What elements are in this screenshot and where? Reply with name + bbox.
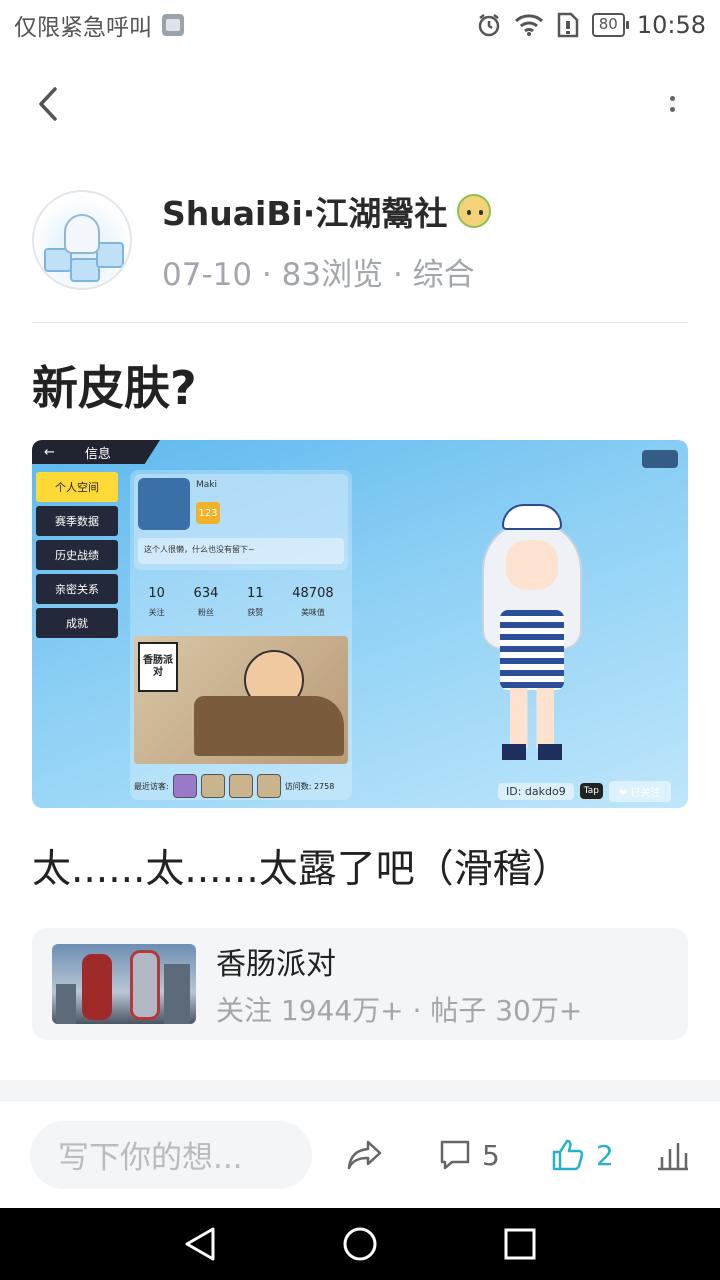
screenshot-follow-label: ❤ 已关注: [608, 780, 671, 802]
screenshot-stats: 10 关注 634 粉丝 11 获赞 48708 美味值: [134, 578, 348, 628]
screenshot-banner: 香肠派对: [134, 636, 348, 764]
top-nav: [0, 70, 720, 140]
thumbs-up-icon: [552, 1139, 584, 1171]
nav-home-button[interactable]: [340, 1224, 380, 1264]
post-body: 太......太......太露了吧（滑稽）: [32, 847, 571, 892]
screenshot-player-avatar: [138, 478, 190, 530]
carrier-text: 仅限紧急呼叫: [14, 15, 152, 41]
stat-label: 粉丝: [197, 608, 214, 617]
stat-value: 10: [148, 586, 165, 601]
visitor-avatar: [200, 774, 225, 798]
dot: [669, 96, 675, 101]
circle-home-icon: [343, 1227, 377, 1261]
visitors-label: 最近访客:: [134, 781, 169, 791]
back-button[interactable]: [28, 84, 68, 124]
system-nav-bar: [0, 1208, 720, 1280]
chevron-left-icon: [39, 87, 57, 121]
dot: [669, 107, 675, 112]
nav-back-button[interactable]: [180, 1224, 220, 1264]
stat-value: 11: [247, 586, 264, 601]
bottom-action-bar: 写下你的想... 5 2: [0, 1100, 720, 1208]
avatar[interactable]: [32, 190, 132, 290]
screenshot-bio: 这个人很懒，什么也没有留下~: [138, 538, 344, 564]
post-title: 新皮肤?: [32, 361, 197, 415]
bar-chart-icon: [658, 1143, 688, 1171]
battery-indicator: 80: [591, 13, 629, 37]
stat-label: 关注: [148, 608, 165, 617]
screenshot-player-name: Maki: [196, 480, 217, 490]
author-info: ShuaiBi·江湖鬶社 07-10 · 83浏览 · 综合: [162, 187, 492, 294]
triangle-back-icon: [185, 1227, 215, 1261]
screenshot-player-id: ID: dakdo9: [498, 782, 574, 800]
screenshot-id-row: ID: dakdo9 Tap ❤ 已关注: [498, 780, 671, 802]
comment-count: 5: [482, 1138, 500, 1172]
screenshot-level-badge: 123: [196, 502, 220, 524]
square-recents-icon: [504, 1228, 536, 1260]
stat-value: 634: [193, 586, 219, 601]
community-stats: 关注 1944万+ · 帖子 30万+: [216, 994, 583, 1027]
user-badge-icon: [457, 193, 492, 228]
screenshot-status-icon: [642, 450, 678, 468]
screenshot-character: [462, 500, 602, 770]
stat-value: 48708: [292, 586, 334, 601]
screenshot-tap-badge: Tap: [579, 783, 603, 799]
arrow-left-icon: ←: [44, 444, 55, 460]
stat-label: 获赞: [247, 608, 264, 617]
author-name-row: ShuaiBi·江湖鬶社: [162, 187, 492, 235]
alarm-icon: [478, 14, 499, 37]
community-info: 香肠派对 关注 1944万+ · 帖子 30万+: [216, 939, 582, 1029]
author-name[interactable]: ShuaiBi·江湖鬶社: [162, 187, 447, 235]
screenshot-stat: 11 获赞: [247, 578, 264, 628]
share-icon: [347, 1140, 382, 1170]
screenshot-game-logo: 香肠派对: [138, 642, 178, 692]
like-button[interactable]: 2: [550, 1101, 614, 1209]
nav-recents-button[interactable]: [500, 1224, 540, 1264]
visitor-avatar: [256, 774, 281, 798]
clock: 10:58: [636, 11, 706, 39]
status-left: 仅限紧急呼叫: [14, 8, 184, 42]
stat-label: 美味值: [300, 608, 325, 617]
visitor-avatar: [228, 774, 253, 798]
post-image[interactable]: ← 信息 个人空间 赛季数据 历史战绩 亲密关系 成就 Maki 123 这个人…: [32, 440, 688, 808]
share-button[interactable]: [346, 1101, 384, 1209]
wifi-icon: [514, 14, 543, 36]
community-name: 香肠派对: [216, 947, 336, 982]
visits-count: 访问数: 2758: [284, 781, 335, 791]
status-right: 80 10:58: [476, 11, 706, 39]
more-options-button[interactable]: [660, 84, 684, 124]
screenshot-profile: Maki 123 这个人很懒，什么也没有留下~: [134, 474, 348, 570]
screenshot-menu-item: 个人空间: [36, 472, 118, 502]
screenshot-menu-item: 赛季数据: [36, 506, 118, 536]
visitor-avatar: [172, 774, 197, 798]
comment-icon: [440, 1140, 470, 1170]
screenshot-menu-item: 亲密关系: [36, 574, 118, 604]
status-bar: 仅限紧急呼叫 80 10:58: [0, 0, 720, 50]
screenshot-header: ← 信息: [32, 440, 160, 464]
screenshot-header-title: 信息: [84, 446, 111, 462]
screenshot-stat: 10 关注: [148, 578, 165, 628]
screenshot-menu-item: 历史战绩: [36, 540, 118, 570]
divider: [32, 322, 688, 323]
author-row: ShuaiBi·江湖鬶社 07-10 · 83浏览 · 综合: [32, 187, 688, 294]
post-meta: 07-10 · 83浏览 · 综合: [162, 256, 475, 293]
comment-input[interactable]: 写下你的想...: [30, 1120, 312, 1189]
image-notification-icon: [162, 14, 184, 36]
screenshot-profile-card: Maki 123 这个人很懒，什么也没有留下~ 10 关注 634 粉丝 11 …: [130, 470, 352, 800]
screenshot-visitors: 最近访客: 访问数: 2758: [134, 774, 334, 798]
stats-button[interactable]: [656, 1101, 690, 1209]
comment-button[interactable]: 5: [438, 1101, 500, 1209]
section-separator: [0, 1080, 720, 1100]
like-count: 2: [596, 1138, 614, 1172]
sim-alert-icon: [557, 12, 578, 38]
screenshot-stat: 48708 美味值: [292, 578, 333, 628]
community-thumbnail: [52, 944, 196, 1024]
screenshot-stat: 634 粉丝: [194, 578, 219, 628]
community-card[interactable]: 香肠派对 关注 1944万+ · 帖子 30万+: [32, 928, 688, 1040]
screenshot-menu-item: 成就: [36, 608, 118, 638]
screenshot-menu: 个人空间 赛季数据 历史战绩 亲密关系 成就: [36, 472, 118, 642]
